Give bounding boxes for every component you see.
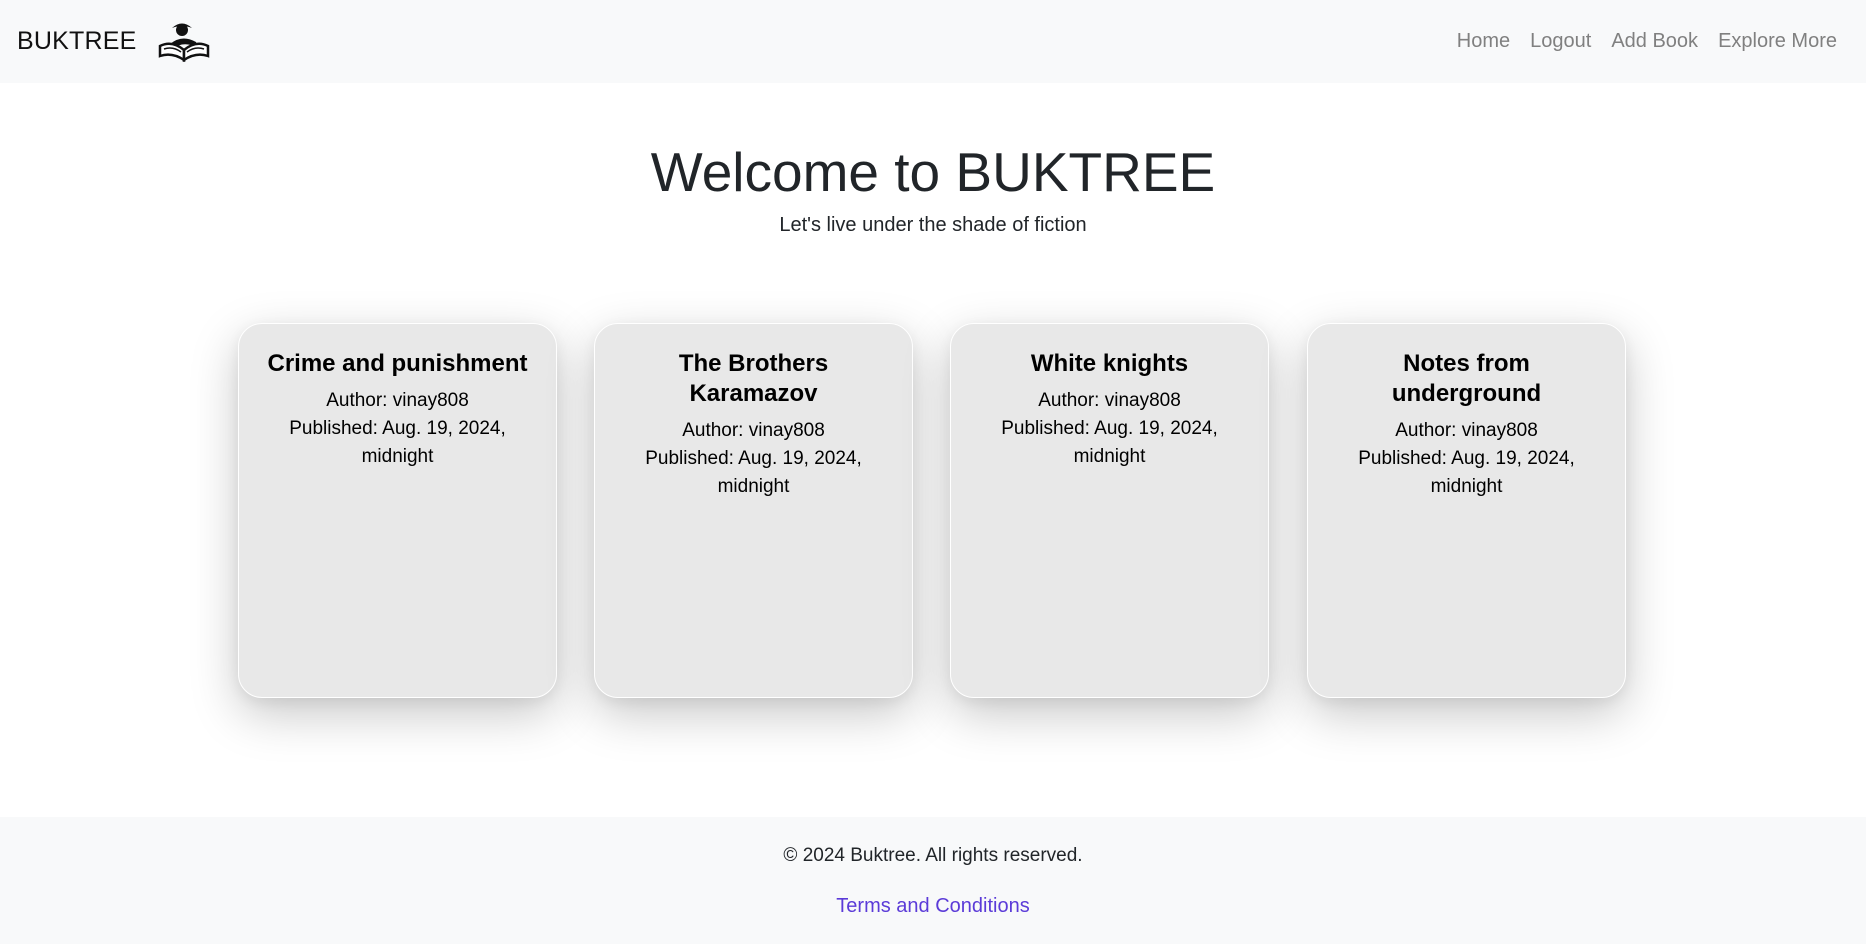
book-card-list: Crime and punishment Author: vinay808 Pu… [238, 323, 1628, 698]
open-book-reader-icon [158, 22, 210, 62]
navbar: BUKTREE Home Logout Add Book Explore Mor… [0, 0, 1866, 83]
terms-link[interactable]: Terms and Conditions [836, 895, 1029, 918]
book-card[interactable]: Crime and punishment Author: vinay808 Pu… [238, 323, 557, 698]
hero-section: Welcome to BUKTREE Let's live under the … [0, 140, 1866, 237]
book-title: Notes from underground [1391, 350, 1542, 407]
book-card[interactable]: The Brothers Karamazov Author: vinay808 … [594, 323, 913, 698]
book-card[interactable]: White knights Author: vinay808 Published… [950, 323, 1269, 698]
book-author: Author: vinay808 [1038, 390, 1181, 411]
page-title: Welcome to BUKTREE [650, 141, 1216, 203]
book-title: The Brothers Karamazov [678, 350, 829, 407]
footer: © 2024 Buktree. All rights reserved. Ter… [0, 817, 1866, 944]
book-card[interactable]: Notes from underground Author: vinay808 … [1307, 323, 1626, 698]
book-published: Published: Aug. 19, 2024, midnight [1358, 448, 1575, 497]
book-published: Published: Aug. 19, 2024, midnight [289, 418, 506, 467]
nav-home-link[interactable]: Home [1457, 30, 1510, 53]
nav-add-book-link[interactable]: Add Book [1611, 30, 1698, 53]
nav-links: Home Logout Add Book Explore More [1437, 30, 1849, 53]
brand-name: BUKTREE [17, 27, 137, 55]
page-subtitle: Let's live under the shade of fiction [779, 214, 1087, 236]
nav-logout-link[interactable]: Logout [1530, 30, 1591, 53]
brand-link[interactable]: BUKTREE [17, 22, 210, 62]
book-author: Author: vinay808 [1395, 420, 1538, 441]
book-published: Published: Aug. 19, 2024, midnight [1001, 418, 1218, 467]
copyright-text: © 2024 Buktree. All rights reserved. [783, 845, 1083, 866]
nav-explore-more-link[interactable]: Explore More [1718, 30, 1837, 53]
book-title: White knights [1030, 350, 1189, 377]
book-title: Crime and punishment [267, 350, 528, 377]
book-author: Author: vinay808 [682, 420, 825, 441]
book-published: Published: Aug. 19, 2024, midnight [645, 448, 862, 497]
book-author: Author: vinay808 [326, 390, 469, 411]
